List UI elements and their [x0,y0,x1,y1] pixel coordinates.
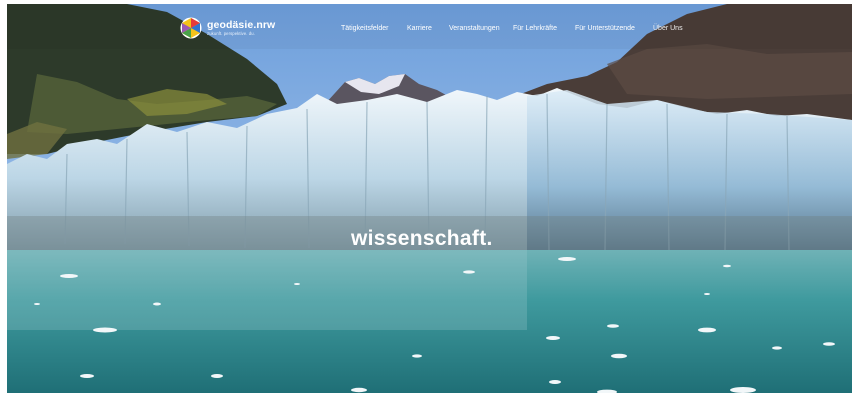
page-viewport: geodäsie.nrw zukunft. perspektive. du. T… [7,4,852,393]
nav-item-veranstaltungen[interactable]: Veranstaltungen [449,25,500,32]
hero-image [7,4,852,393]
nav-item-ueber-uns[interactable]: Über Uns [653,25,683,32]
hero-title: wissenschaft. [351,227,493,250]
nav-item-fuer-unterstuetzende[interactable]: Für Unterstützende [575,25,635,32]
main-navigation: Tätigkeitsfelder Karriere Veranstaltunge… [7,25,852,37]
nav-item-karriere[interactable]: Karriere [407,25,432,32]
nav-item-taetigkeitsfelder[interactable]: Tätigkeitsfelder [341,25,388,32]
nav-item-fuer-lehrkraefte[interactable]: Für Lehrkräfte [513,25,557,32]
